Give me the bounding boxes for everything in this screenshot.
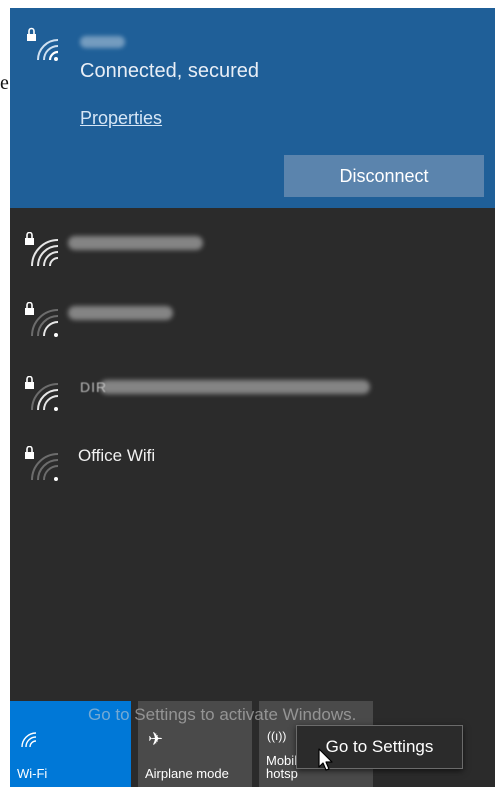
mouse-pointer-icon xyxy=(318,748,334,777)
wifi-tile-label: Wi-Fi xyxy=(17,766,48,781)
network-item[interactable]: DIR xyxy=(10,358,495,416)
hotspot-tile-label-line2: hotsp xyxy=(266,766,298,781)
network-name-redacted xyxy=(68,306,173,320)
wifi-secured-icon xyxy=(24,26,62,64)
connection-status: Connected, secured xyxy=(80,60,260,82)
wifi-secured-icon xyxy=(24,446,62,484)
wifi-secured-icon xyxy=(24,376,62,414)
disconnect-button[interactable]: Disconnect xyxy=(284,155,484,197)
connected-ssid-redacted xyxy=(80,36,125,48)
network-name: Office Wifi xyxy=(78,446,156,465)
airplane-icon: ✈ xyxy=(148,729,164,749)
network-item[interactable]: Office Wifi xyxy=(10,428,495,486)
properties-link[interactable]: Properties xyxy=(80,108,162,129)
wifi-secured-icon xyxy=(24,302,62,340)
airplane-tile-label: Airplane mode xyxy=(145,766,229,781)
network-item[interactable] xyxy=(10,284,495,342)
hotspot-icon: ((ı)) xyxy=(267,729,287,743)
activation-watermark: Go to Settings to activate Windows. xyxy=(88,705,357,724)
connected-network-item[interactable]: Connected, secured Properties Disconnect xyxy=(10,8,495,208)
network-name: DIR xyxy=(80,379,108,395)
wifi-secured-icon xyxy=(24,232,62,270)
wifi-icon xyxy=(20,731,38,754)
network-item[interactable] xyxy=(10,214,495,272)
background-window-text: e xyxy=(0,72,9,94)
network-flyout: Connected, secured Properties Disconnect xyxy=(10,8,495,787)
network-name-redacted xyxy=(100,380,370,394)
network-name-redacted xyxy=(68,236,203,250)
